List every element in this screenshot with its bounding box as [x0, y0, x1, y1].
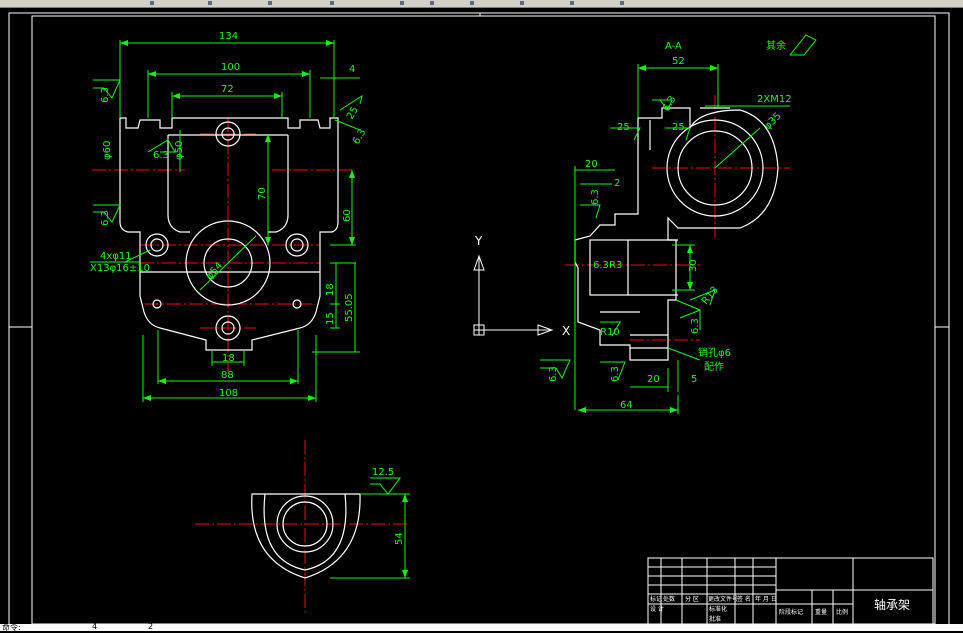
dim-88: 88: [221, 370, 234, 381]
dim-108: 108: [219, 388, 238, 399]
dim-60: 60: [342, 209, 353, 222]
ucs-x-label: X: [562, 324, 570, 338]
dim-r10: R10: [600, 327, 620, 338]
command-line[interactable]: 命令: 4 2: [0, 622, 963, 632]
toolbar-icon[interactable]: [520, 1, 524, 5]
toolbar-icon[interactable]: [330, 1, 334, 5]
dim-20a: 20: [585, 159, 598, 170]
dim-30: 30: [688, 259, 699, 272]
toolbar-icon[interactable]: [570, 1, 574, 5]
bottom-centerlines: [195, 440, 410, 612]
dim-18a: 18: [325, 283, 336, 296]
front-arrows: [120, 40, 355, 401]
roughness-value: 6.3: [590, 189, 601, 205]
roughness-value: 6.3: [153, 150, 169, 161]
dim-phi54: φ54: [204, 260, 225, 282]
command-prompt: 命令:: [2, 623, 21, 632]
front-centerlines: [92, 118, 355, 372]
toolbar-icon[interactable]: [150, 1, 154, 5]
roughness-value: 6.3: [690, 318, 701, 334]
title-block-label: 处数: [663, 595, 675, 603]
section-view: A-A 其余 52 2XM12 φ35 20 2 30 20 5 64 R13 …: [540, 34, 817, 414]
title-block-label: 年 月 日: [755, 595, 777, 603]
section-arrows: [578, 65, 718, 413]
status-value: 4: [92, 622, 98, 631]
dim-m12: 2XM12: [757, 94, 792, 105]
dim-18b: 18: [222, 353, 235, 364]
dim-20b: 20: [647, 374, 660, 385]
title-block-label: 设 计: [650, 605, 664, 613]
title-block-label: 批准: [709, 615, 721, 623]
status-value: 2: [148, 622, 154, 631]
roughness-value: 6.3: [100, 210, 111, 226]
dim-r3: R3: [609, 260, 622, 271]
bottom-view: 54 12.5: [195, 440, 410, 612]
dim-phi35: φ35: [762, 111, 783, 132]
toolbar-icon[interactable]: [430, 1, 434, 5]
dim-70: 70: [257, 187, 268, 200]
dim-100: 100: [221, 62, 240, 73]
roughness-value: 6.3: [661, 94, 678, 113]
toolbar-icon[interactable]: [470, 1, 474, 5]
ucs-icon: [473, 254, 554, 336]
holes-label-a: 4xφ11: [100, 251, 132, 262]
section-title: A-A: [665, 41, 682, 52]
roughness-value: 12.5: [372, 467, 394, 478]
dim-55: 55.05: [344, 293, 355, 322]
roughness-value: 25: [617, 122, 630, 133]
dim-5: 5: [691, 374, 697, 385]
roughness-value: 6.3: [548, 366, 559, 382]
dim-52: 52: [672, 56, 685, 67]
part-name: 轴承架: [874, 597, 910, 612]
pin-note-a: 销孔φ6: [698, 346, 731, 359]
roughness-value: 6.3: [351, 127, 368, 146]
roughness-value: 6.3: [100, 87, 111, 103]
toolbar-icon[interactable]: [620, 1, 624, 5]
dim-2: 2: [614, 178, 620, 189]
rest-note: 其余: [766, 39, 786, 52]
holes-label-b: X13φ16±10: [90, 263, 150, 274]
toolbar-icon[interactable]: [268, 1, 272, 5]
title-block-label: 标记: [650, 595, 662, 603]
section-roughness-symbols: [540, 34, 817, 381]
bottom-outline: [251, 493, 361, 579]
dim-r13: R13: [700, 285, 721, 307]
title-block-label: 标准化: [709, 605, 727, 613]
dim-134: 134: [219, 31, 238, 42]
ucs-y-label: Y: [474, 234, 483, 248]
drawing-canvas[interactable]: 134 100 72 4 70 60 18 15 55.05 18 88 108…: [0, 7, 963, 624]
dim-phi50: φ50: [174, 141, 185, 160]
toolbar-icon[interactable]: [400, 1, 404, 5]
front-view: 134 100 72 4 70 60 18 15 55.05 18 88 108…: [90, 31, 369, 402]
title-block-label: 分 区: [685, 595, 699, 603]
pin-note-b: 配作: [704, 361, 724, 373]
dim-4: 4: [349, 64, 355, 75]
dim-54: 54: [394, 532, 405, 545]
dim-72: 72: [221, 84, 234, 95]
dim-phi60: φ60: [102, 141, 113, 160]
dim-64: 64: [620, 400, 633, 411]
roughness-value: 6.3: [610, 366, 621, 382]
title-block-label: 比例: [836, 608, 848, 616]
bottom-dim-lines: [330, 477, 410, 579]
title-block-label: 更改文件号: [708, 595, 738, 603]
roughness-value: 6.3: [593, 260, 609, 271]
title-block-label: 阶段标记: [779, 608, 803, 616]
dim-15: 15: [325, 312, 336, 325]
title-block-label: 签 名: [737, 595, 751, 603]
roughness-value: 25: [672, 122, 685, 133]
title-block-label: 重量: [815, 608, 827, 616]
roughness-value: 25: [345, 105, 361, 122]
toolbar-icon[interactable]: [208, 1, 212, 5]
